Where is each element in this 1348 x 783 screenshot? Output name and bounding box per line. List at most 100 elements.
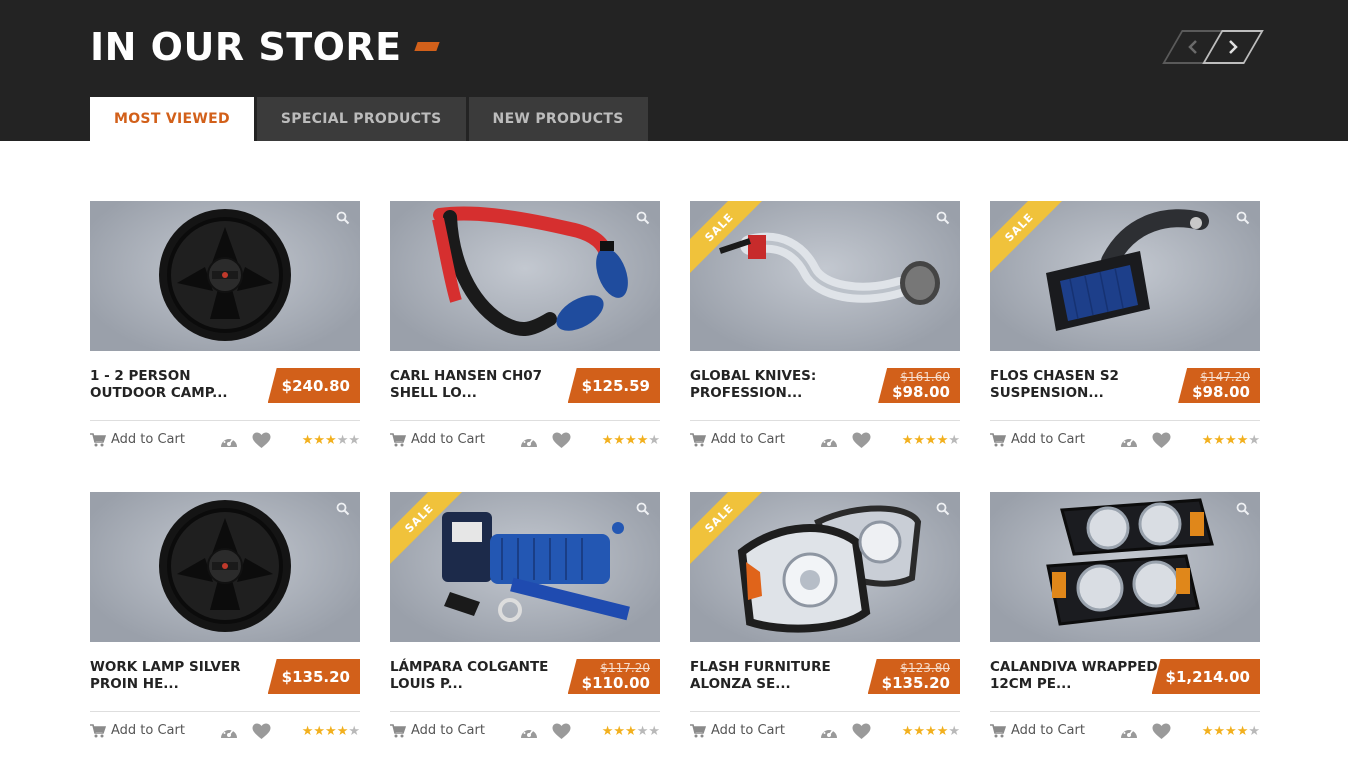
- star-empty-icon: ★: [348, 724, 360, 739]
- compare-gauge-icon[interactable]: [820, 433, 838, 449]
- product-name[interactable]: FLOS CHASEN S2 SUSPENSION...: [990, 368, 1170, 402]
- add-to-cart-button[interactable]: Add to Cart: [990, 723, 1085, 738]
- product-name[interactable]: WORK LAMP SILVER PROIN HE...: [90, 659, 270, 693]
- divider: [990, 711, 1260, 712]
- product-card: WORK LAMP SILVER PROIN HE... $135.20 Add t…: [90, 492, 360, 753]
- star-filled-icon: ★: [1213, 433, 1226, 448]
- price-tag: $240.80: [267, 368, 360, 403]
- zoom-icon[interactable]: [636, 502, 650, 516]
- product-name[interactable]: CALANDIVA WRAPPED 12CM PE...: [990, 659, 1170, 693]
- zoom-icon[interactable]: [1236, 211, 1250, 225]
- product-card: SALE FLOS CHASEN S2 SUSPENSION... $147.20 $…: [990, 201, 1260, 462]
- product-name[interactable]: LÁMPARA COLGANTE LOUIS P...: [390, 659, 570, 693]
- add-to-cart-label: Add to Cart: [111, 723, 185, 738]
- product-grid: 1 - 2 PERSON OUTDOOR CAMP... $240.80 Add t…: [90, 201, 1260, 753]
- divider: [390, 711, 660, 712]
- add-to-cart-label: Add to Cart: [411, 432, 485, 447]
- page-title: IN OUR STORE: [90, 25, 402, 69]
- add-to-cart-button[interactable]: Add to Cart: [90, 432, 185, 447]
- star-filled-icon: ★: [901, 433, 914, 448]
- product-image[interactable]: SALE: [390, 492, 660, 642]
- star-filled-icon: ★: [625, 433, 637, 448]
- cart-icon: [990, 432, 1006, 446]
- price-tag: $125.59: [567, 368, 660, 403]
- add-to-cart-button[interactable]: Add to Cart: [390, 723, 485, 738]
- current-price: $135.20: [881, 674, 950, 692]
- product-actions: Add to Cart ★ ★ ★ ★ ★: [690, 432, 960, 452]
- product-actions: Add to Cart ★ ★ ★ ★ ★: [990, 432, 1260, 452]
- star-filled-icon: ★: [925, 724, 937, 739]
- add-to-cart-button[interactable]: Add to Cart: [390, 432, 485, 447]
- product-name[interactable]: CARL HANSEN CH07 SHELL LO...: [390, 368, 570, 402]
- product-image[interactable]: [990, 492, 1260, 642]
- star-empty-icon: ★: [648, 433, 660, 448]
- star-filled-icon: ★: [1236, 724, 1249, 739]
- current-price: $1,214.00: [1165, 667, 1250, 686]
- star-empty-icon: ★: [648, 724, 660, 739]
- price-tag: $117.20 $110.00: [567, 659, 660, 694]
- product-info: FLOS CHASEN S2 SUSPENSION... $147.20 $98.0…: [990, 368, 1260, 404]
- product-tabs: MOST VIEWED SPECIAL PRODUCTS NEW PRODUCT…: [90, 97, 648, 141]
- tab-new-products[interactable]: NEW PRODUCTS: [468, 97, 648, 141]
- compare-gauge-icon[interactable]: [1120, 724, 1138, 740]
- compare-gauge-icon[interactable]: [520, 433, 538, 449]
- product-image[interactable]: SALE: [990, 201, 1260, 351]
- star-filled-icon: ★: [636, 433, 649, 448]
- rating-stars: ★ ★ ★ ★ ★: [302, 434, 360, 448]
- cart-icon: [390, 432, 406, 446]
- product-image[interactable]: SALE: [690, 492, 960, 642]
- star-filled-icon: ★: [1201, 724, 1214, 739]
- star-filled-icon: ★: [913, 724, 926, 739]
- wishlist-heart-icon[interactable]: [852, 723, 871, 740]
- product-image[interactable]: [90, 492, 360, 642]
- add-to-cart-button[interactable]: Add to Cart: [990, 432, 1085, 447]
- divider: [90, 420, 360, 421]
- compare-gauge-icon[interactable]: [820, 724, 838, 740]
- wishlist-heart-icon[interactable]: [852, 432, 871, 449]
- product-name[interactable]: GLOBAL KNIVES: PROFESSION...: [690, 368, 870, 402]
- carousel-next-button[interactable]: [1202, 30, 1264, 64]
- star-empty-icon: ★: [636, 724, 649, 739]
- product-image[interactable]: [90, 201, 360, 351]
- zoom-icon[interactable]: [636, 211, 650, 225]
- add-to-cart-label: Add to Cart: [1011, 723, 1085, 738]
- wishlist-heart-icon[interactable]: [1152, 723, 1171, 740]
- zoom-icon[interactable]: [336, 211, 350, 225]
- star-filled-icon: ★: [936, 433, 949, 448]
- add-to-cart-button[interactable]: Add to Cart: [90, 723, 185, 738]
- tab-special-products[interactable]: SPECIAL PRODUCTS: [256, 97, 466, 141]
- star-empty-icon: ★: [1248, 433, 1260, 448]
- zoom-icon[interactable]: [936, 502, 950, 516]
- rating-stars: ★ ★ ★ ★ ★: [602, 725, 660, 739]
- add-to-cart-button[interactable]: Add to Cart: [690, 432, 785, 447]
- compare-gauge-icon[interactable]: [220, 433, 238, 449]
- zoom-icon[interactable]: [1236, 502, 1250, 516]
- star-filled-icon: ★: [1225, 433, 1237, 448]
- compare-gauge-icon[interactable]: [520, 724, 538, 740]
- rating-stars: ★ ★ ★ ★ ★: [302, 725, 360, 739]
- wishlist-heart-icon[interactable]: [252, 432, 271, 449]
- star-filled-icon: ★: [901, 724, 914, 739]
- star-filled-icon: ★: [301, 724, 314, 739]
- wishlist-heart-icon[interactable]: [252, 723, 271, 740]
- zoom-icon[interactable]: [936, 211, 950, 225]
- product-name[interactable]: 1 - 2 PERSON OUTDOOR CAMP...: [90, 368, 270, 402]
- compare-gauge-icon[interactable]: [1120, 433, 1138, 449]
- product-image[interactable]: [390, 201, 660, 351]
- product-image[interactable]: SALE: [690, 201, 960, 351]
- star-filled-icon: ★: [925, 433, 937, 448]
- add-to-cart-label: Add to Cart: [1011, 432, 1085, 447]
- add-to-cart-button[interactable]: Add to Cart: [690, 723, 785, 738]
- star-filled-icon: ★: [336, 724, 349, 739]
- cart-icon: [90, 432, 106, 446]
- product-name[interactable]: FLASH FURNITURE ALONZA SE...: [690, 659, 870, 693]
- compare-gauge-icon[interactable]: [220, 724, 238, 740]
- wishlist-heart-icon[interactable]: [552, 432, 571, 449]
- wishlist-heart-icon[interactable]: [552, 723, 571, 740]
- price-tag: $1,214.00: [1151, 659, 1260, 694]
- star-empty-icon: ★: [948, 433, 960, 448]
- zoom-icon[interactable]: [336, 502, 350, 516]
- star-filled-icon: ★: [301, 433, 314, 448]
- wishlist-heart-icon[interactable]: [1152, 432, 1171, 449]
- tab-most-viewed[interactable]: MOST VIEWED: [90, 97, 254, 141]
